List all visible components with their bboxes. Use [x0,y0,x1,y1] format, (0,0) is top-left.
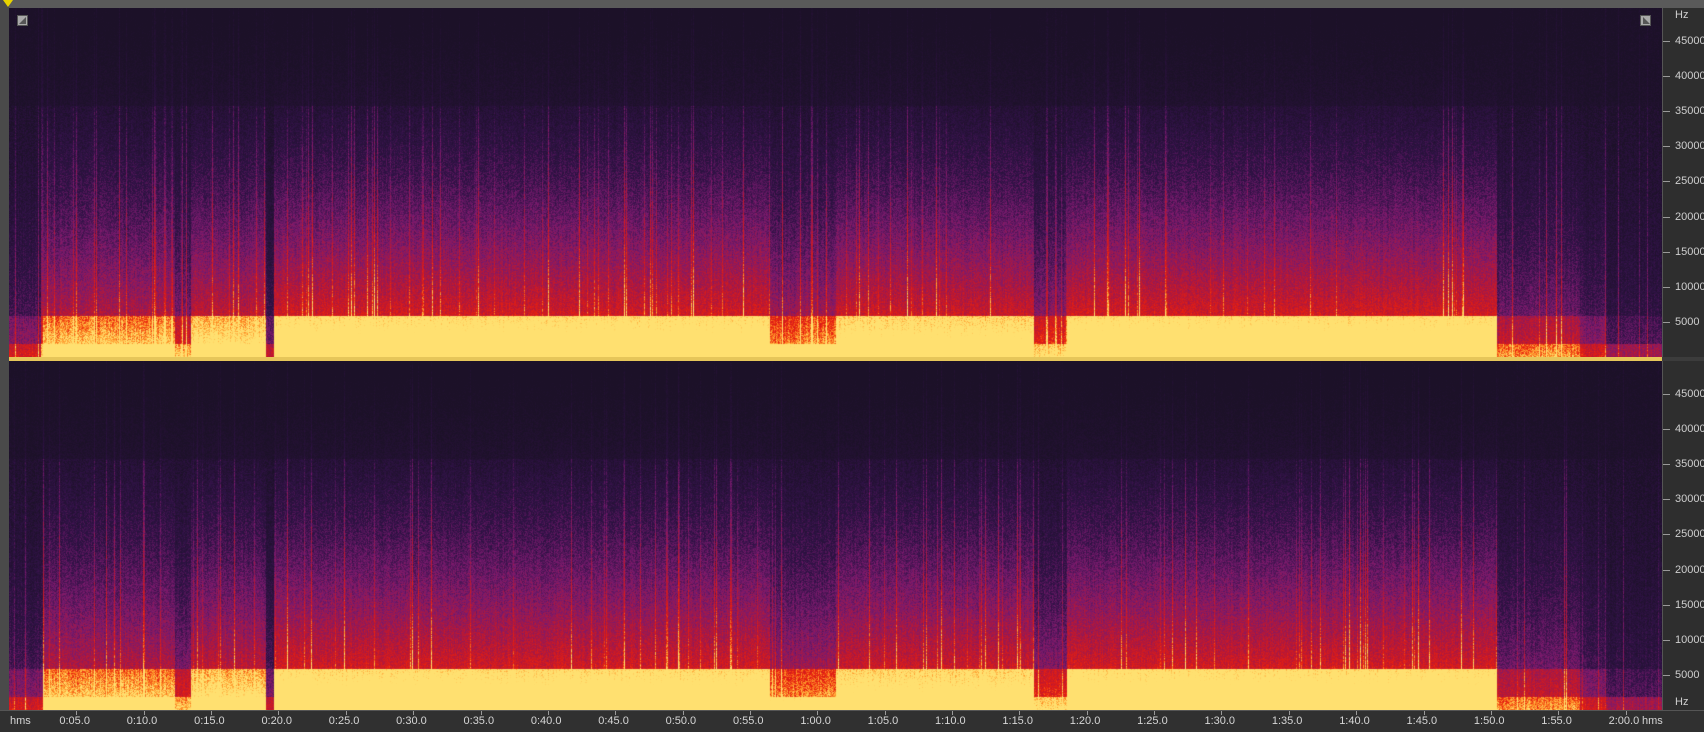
bottom-frequency-tick [1663,499,1670,501]
time-label: 0:40.0 [530,715,562,727]
top-frequency-tick [1663,321,1670,323]
time-label: 1:50.0 [1473,715,1505,727]
bottom-frequency-tick [1663,604,1670,606]
time-label: 1:45.0 [1406,715,1438,727]
bottom-frequency-tick [1663,464,1670,466]
time-label: 0:10.0 [126,715,158,727]
time-label: 1:30.0 [1204,715,1236,727]
frequency-unit-bottom: Hz [1675,696,1689,708]
bottom-frequency-label: 10000 [1675,633,1704,646]
spectrogram-channel-2[interactable] [9,361,1662,710]
bottom-frequency-label: 25000 [1675,528,1704,541]
time-label: 1:20.0 [1069,715,1101,727]
bottom-frequency-tick [1663,674,1670,676]
time-label: 0:05.0 [59,715,90,727]
time-label: 0:45.0 [598,715,629,727]
playhead-marker-icon[interactable] [3,0,13,7]
top-frequency-label: 10000 [1675,280,1704,293]
spectrogram-canvas-top[interactable] [9,8,1662,357]
bottom-frequency-tick [1663,639,1670,641]
top-frequency-label: 20000 [1675,210,1704,223]
time-label: 0:30.0 [396,715,427,727]
top-frequency-label: 40000 [1675,70,1704,83]
time-label: 1:05.0 [867,715,899,727]
time-ruler[interactable]: hms hms 0:05.0 0:10.0 0:15.0 0:20.0 0:25.0 0:… [0,710,1704,732]
frequency-ruler-top[interactable]: Hz 45000 40000 35000 30000 25000 20000 15000 10… [1662,8,1704,357]
top-edge [0,0,1704,8]
top-frequency-label: 25000 [1675,175,1704,188]
time-unit-right: hms [1642,715,1663,727]
time-label: 0:15.0 [194,715,225,727]
bottom-frequency-label: 35000 [1675,458,1704,471]
time-label: 2:00.0 [1608,715,1640,727]
top-frequency-label: 35000 [1675,105,1704,118]
bottom-frequency-label: 40000 [1675,423,1704,436]
zoom-corner-right-icon[interactable] [1640,15,1651,26]
bottom-frequency-tick [1663,569,1670,571]
time-label: 1:00.0 [800,715,831,727]
time-unit-left: hms [10,715,31,727]
spectral-frequency-display[interactable]: Hz 45000 40000 35000 30000 25000 20000 15000 10… [0,0,1704,732]
time-label: 1:40.0 [1339,715,1370,727]
top-frequency-tick [1663,251,1670,253]
top-frequency-label: 45000 [1675,35,1704,48]
top-frequency-tick [1663,286,1670,288]
bottom-frequency-label: 30000 [1675,493,1704,506]
top-frequency-tick [1663,216,1670,218]
bottom-frequency-label: 5000 [1675,668,1700,681]
top-frequency-label: 5000 [1675,315,1700,328]
frequency-unit-top: Hz [1675,9,1689,21]
bottom-frequency-label: 15000 [1675,598,1704,611]
left-edge [0,0,9,732]
time-label: 0:50.0 [665,715,697,727]
time-label: 0:55.0 [732,715,764,727]
time-label: 1:35.0 [1271,715,1303,727]
time-label: 1:15.0 [1002,715,1033,727]
time-label: 0:20.0 [261,715,293,727]
top-frequency-tick [1663,181,1670,183]
time-label: 0:25.0 [328,715,360,727]
time-label: 1:10.0 [935,715,966,727]
bottom-frequency-label: 45000 [1675,388,1704,401]
bottom-frequency-tick [1663,534,1670,536]
time-label: 1:55.0 [1541,715,1572,727]
top-frequency-label: 15000 [1675,245,1704,258]
top-frequency-tick [1663,41,1670,43]
time-label: 1:25.0 [1137,715,1168,727]
top-frequency-tick [1663,146,1670,148]
bottom-frequency-label: 20000 [1675,563,1704,576]
spectrogram-canvas-bottom[interactable] [9,361,1662,710]
spectrogram-channel-1[interactable] [9,8,1662,357]
top-frequency-tick [1663,76,1670,78]
zoom-corner-left-icon[interactable] [17,15,28,26]
frequency-ruler-bottom[interactable]: Hz 45000 40000 35000 30000 25000 20000 15000 10… [1662,361,1704,710]
bottom-frequency-tick [1663,394,1670,396]
top-frequency-label: 30000 [1675,140,1704,153]
time-label: 0:35.0 [463,715,495,727]
bottom-frequency-tick [1663,429,1670,431]
top-frequency-tick [1663,111,1670,113]
